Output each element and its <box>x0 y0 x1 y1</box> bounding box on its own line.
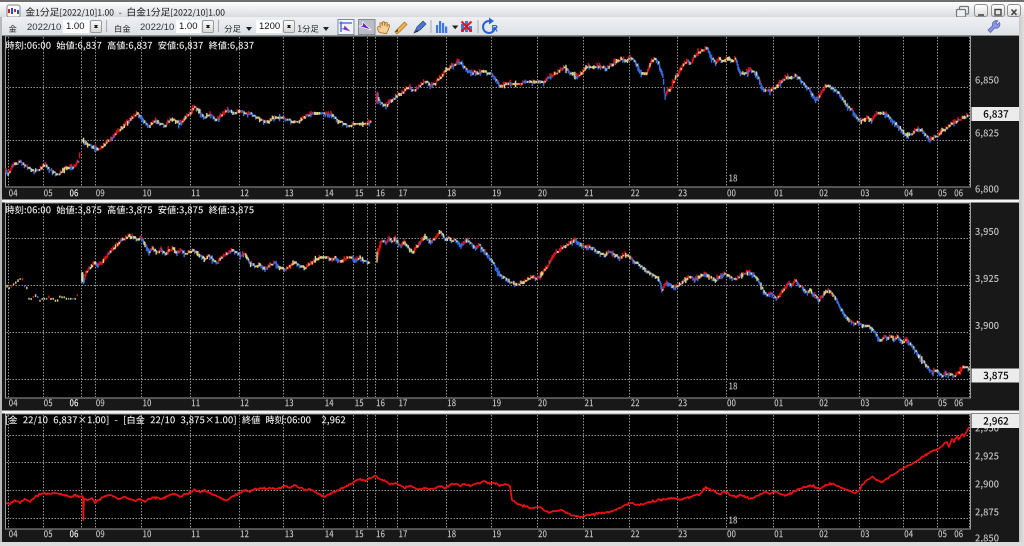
svg-text:R: R <box>492 24 499 34</box>
